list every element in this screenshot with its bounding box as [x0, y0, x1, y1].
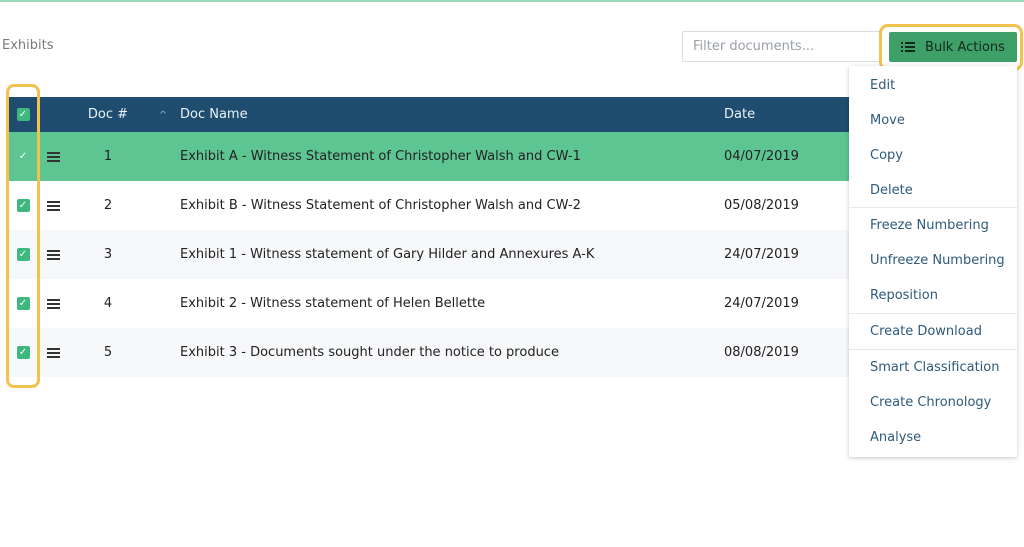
doc-name[interactable]: Exhibit 2 - Witness statement of Helen B… — [178, 296, 724, 311]
bulk-actions-button[interactable]: Bulk Actions — [889, 32, 1017, 62]
doc-number: 2 — [103, 198, 113, 213]
menu-item-reposition[interactable]: Reposition — [849, 278, 1017, 313]
doc-name[interactable]: Exhibit 1 - Witness statement of Gary Hi… — [178, 247, 724, 262]
bulk-actions-label: Bulk Actions — [925, 39, 1005, 55]
column-header-date[interactable]: Date — [724, 107, 850, 122]
doc-date: 24/07/2019 — [724, 247, 799, 262]
doc-date: 04/07/2019 — [724, 149, 799, 164]
column-header-doc-num[interactable]: Doc # — [68, 107, 148, 122]
drag-handle-icon[interactable] — [46, 348, 60, 358]
filter-documents-input[interactable] — [682, 31, 882, 62]
table-row[interactable]: ✓ 4 Exhibit 2 - Witness statement of Hel… — [8, 279, 850, 328]
menu-item-unfreeze-numbering[interactable]: Unfreeze Numbering — [849, 243, 1017, 278]
doc-number: 1 — [103, 149, 113, 164]
table-header: ✓ Doc # ^ Doc Name Date — [8, 97, 850, 132]
doc-number: 3 — [103, 247, 113, 262]
table-row[interactable]: ✓ 3 Exhibit 1 - Witness statement of Gar… — [8, 230, 850, 279]
doc-number: 5 — [103, 345, 113, 360]
menu-item-analyse[interactable]: Analyse — [849, 420, 1017, 455]
breadcrumb[interactable]: Exhibits — [2, 38, 54, 53]
doc-date: 08/08/2019 — [724, 345, 799, 360]
drag-handle-icon[interactable] — [46, 250, 60, 260]
doc-name[interactable]: Exhibit A - Witness Statement of Christo… — [178, 149, 724, 164]
doc-date: 05/08/2019 — [724, 198, 799, 213]
list-icon — [901, 41, 916, 53]
bulk-actions-menu: Edit Move Copy Delete Freeze Numbering U… — [849, 66, 1017, 457]
table-row[interactable]: ✓ 5 Exhibit 3 - Documents sought under t… — [8, 328, 850, 377]
column-header-doc-name[interactable]: Doc Name — [178, 107, 724, 122]
menu-item-delete[interactable]: Delete — [849, 173, 1017, 208]
doc-name[interactable]: Exhibit B - Witness Statement of Christo… — [178, 198, 724, 213]
documents-table: ✓ Doc # ^ Doc Name Date ✓ 1 Exhibit A - … — [8, 97, 850, 377]
checkbox-column-highlight — [6, 84, 40, 388]
top-accent-line — [0, 0, 1024, 2]
menu-item-edit[interactable]: Edit — [849, 68, 1017, 103]
drag-handle-icon[interactable] — [46, 299, 60, 309]
table-row[interactable]: ✓ 1 Exhibit A - Witness Statement of Chr… — [8, 132, 850, 181]
menu-item-copy[interactable]: Copy — [849, 138, 1017, 173]
doc-name[interactable]: Exhibit 3 - Documents sought under the n… — [178, 345, 724, 360]
menu-item-create-download[interactable]: Create Download — [849, 314, 1017, 349]
doc-date: 24/07/2019 — [724, 296, 799, 311]
menu-item-move[interactable]: Move — [849, 103, 1017, 138]
drag-handle-icon[interactable] — [46, 152, 60, 162]
doc-number: 4 — [103, 296, 113, 311]
menu-item-freeze-numbering[interactable]: Freeze Numbering — [849, 208, 1017, 243]
table-row[interactable]: ✓ 2 Exhibit B - Witness Statement of Chr… — [8, 181, 850, 230]
menu-item-create-chronology[interactable]: Create Chronology — [849, 385, 1017, 420]
menu-item-smart-classification[interactable]: Smart Classification — [849, 350, 1017, 385]
sort-caret-icon[interactable]: ^ — [159, 110, 167, 121]
drag-handle-icon[interactable] — [46, 201, 60, 211]
